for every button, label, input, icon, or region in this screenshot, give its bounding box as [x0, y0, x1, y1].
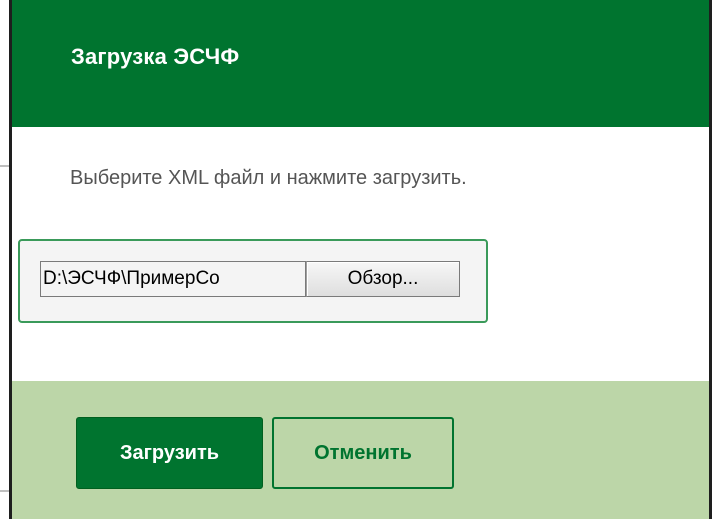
file-input-container: D:\ЭСЧФ\ПримерСо Обзор...	[18, 239, 488, 323]
dialog-body: Выберите XML файл и нажмите загрузить. D…	[12, 127, 709, 381]
file-path-field[interactable]: D:\ЭСЧФ\ПримерСо	[40, 261, 306, 297]
background-window-edge	[0, 0, 12, 519]
dialog-header: Загрузка ЭСЧФ	[12, 0, 709, 127]
instruction-text: Выберите XML файл и нажмите загрузить.	[70, 167, 467, 189]
upload-button[interactable]: Загрузить	[76, 417, 263, 489]
file-input[interactable]: D:\ЭСЧФ\ПримерСо Обзор...	[40, 261, 460, 299]
page: Загрузка ЭСЧФ Выберите XML файл и нажмит…	[0, 0, 712, 519]
cancel-button[interactable]: Отменить	[272, 417, 454, 489]
dialog-footer: Загрузить Отменить	[12, 381, 709, 519]
dialog-title: Загрузка ЭСЧФ	[71, 43, 240, 69]
browse-button[interactable]: Обзор...	[306, 261, 460, 297]
upload-dialog: Загрузка ЭСЧФ Выберите XML файл и нажмит…	[12, 0, 709, 519]
